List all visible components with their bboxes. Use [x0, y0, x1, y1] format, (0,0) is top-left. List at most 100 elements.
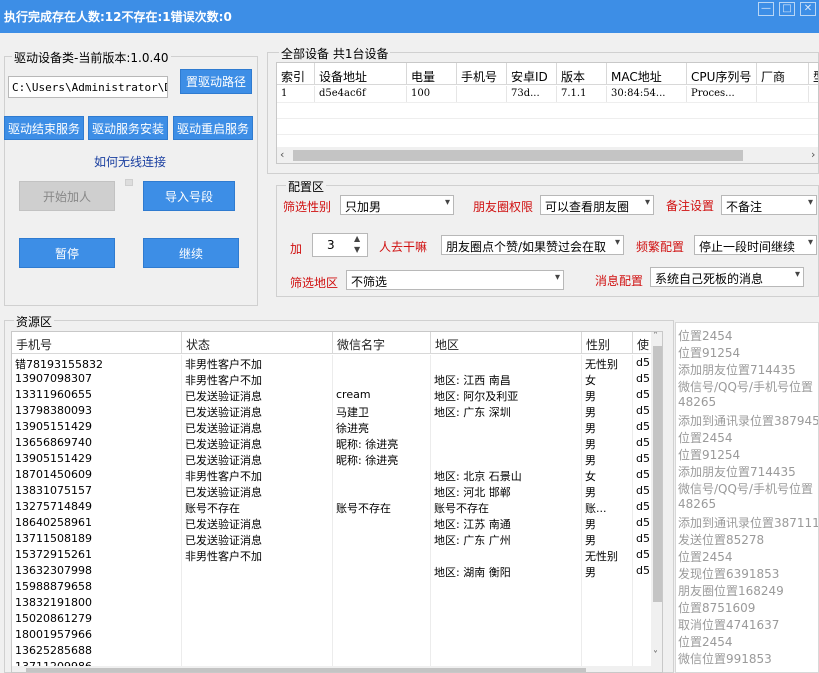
moments-permission-select[interactable]: 可以查看朋友圈 ▾ — [540, 195, 654, 215]
log-line: 发现位置6391853 — [678, 567, 780, 581]
pause-button[interactable]: 暂停 — [19, 238, 115, 268]
device-col-address[interactable]: 设备地址 — [315, 63, 407, 85]
device-col-battery[interactable]: 电量 — [407, 63, 457, 85]
chevron-down-icon: ▾ — [554, 272, 560, 283]
add-count-stepper[interactable]: 3 ▲ ▼ — [312, 233, 368, 257]
table-row[interactable]: 15372915261 非男性客户不加 无性别 d5 — [12, 547, 662, 563]
set-driver-path-button[interactable]: 置驱动路径 — [180, 69, 252, 94]
table-cell: 地区: 河北 邯郸 — [431, 483, 582, 499]
wireless-connect-link[interactable]: 如何无线连接 — [94, 153, 166, 170]
install-service-button[interactable]: 驱动服务安装 — [88, 116, 168, 140]
device-col-version[interactable]: 版本 — [557, 63, 607, 85]
table-row[interactable]: 13798380093 已发送验证消息 马建卫 地区: 广东 深圳男 d5 — [12, 403, 662, 419]
table-cell — [431, 547, 582, 563]
log-line: 位置8751609 — [678, 601, 756, 615]
table-row[interactable]: 13907098307 非男性客户不加 地区: 江西 南昌女 d5 — [12, 371, 662, 387]
table-cell — [431, 355, 582, 371]
table-row[interactable]: 13632307998 地区: 湖南 衡阳男 d5 — [12, 563, 662, 579]
device-table[interactable]: 索引 设备地址 电量 手机号 安卓ID 版本 MAC地址 CPU序列号 厂商 型… — [276, 62, 819, 164]
table-row[interactable]: 13275714849 账号不存在 账号不存在 账号不存在 账... d5 — [12, 499, 662, 515]
table-cell: 徐进亮 — [333, 419, 431, 435]
table-cell: 男 — [582, 483, 633, 499]
continue-button[interactable]: 继续 — [143, 238, 239, 268]
table-cell: 非男性客户不加 — [182, 467, 333, 483]
table-row[interactable]: 13832191800 — [12, 595, 662, 611]
scroll-right-icon[interactable]: › — [811, 148, 815, 161]
table-row[interactable]: 13905151429 已发送验证消息 昵称: 徐进亮 男 d5 — [12, 451, 662, 467]
table-row[interactable]: 13656869740 已发送验证消息 昵称: 徐进亮 男 d5 — [12, 435, 662, 451]
resource-col-used[interactable]: 使 — [633, 332, 653, 354]
table-row[interactable]: 18701450609 非男性客户不加 地区: 北京 石景山女 d5 — [12, 467, 662, 483]
minimize-icon[interactable]: — — [758, 2, 774, 16]
resource-hscrollbar[interactable] — [12, 666, 651, 672]
table-cell — [333, 579, 431, 595]
table-cell — [333, 531, 431, 547]
device-col-vendor[interactable]: 厂商 — [757, 63, 809, 85]
table-row[interactable]: 13831075157 已发送验证消息 地区: 河北 邯郸男 d5 — [12, 483, 662, 499]
device-col-mac[interactable]: MAC地址 — [607, 63, 687, 85]
resource-table[interactable]: 手机号 状态 微信名字 地区 性别 使 错78193155832 非男性客户不加无… — [11, 331, 663, 673]
increment-icon[interactable]: ▲ — [354, 234, 360, 243]
end-service-button[interactable]: 驱动结束服务 — [4, 116, 84, 140]
device-col-cpu[interactable]: CPU序列号 — [687, 63, 757, 85]
person-action-select[interactable]: 朋友圈点个赞/如果赞过会在取 ▾ — [441, 235, 624, 255]
chevron-down-icon: ▾ — [444, 197, 450, 208]
table-cell: 无性别 — [582, 547, 633, 563]
maximize-icon[interactable]: □ — [779, 2, 795, 16]
filter-region-select[interactable]: 不筛选 ▾ — [346, 270, 564, 290]
import-numbers-button[interactable]: 导入号段 — [143, 181, 235, 211]
add-count-value: 3 — [327, 238, 335, 252]
table-row[interactable]: 13905151429 已发送验证消息 徐进亮 男 d5 — [12, 419, 662, 435]
log-line: 发送位置85278 — [678, 533, 765, 547]
table-cell: 账号不存在 — [431, 499, 582, 515]
start-add-button[interactable]: 开始加人 — [19, 181, 115, 211]
table-row[interactable]: 错78193155832 非男性客户不加 无性别 d5 — [12, 355, 662, 371]
scroll-down-icon[interactable]: ˅ — [653, 650, 658, 661]
table-row[interactable]: 13311960655 已发送验证消息 cream 地区: 阿尔及利亚男 d5 — [12, 387, 662, 403]
remark-setting-select[interactable]: 不备注 ▾ — [721, 195, 817, 215]
table-cell: 错78193155832 — [12, 355, 182, 371]
device-hscrollbar[interactable]: ‹ › — [277, 147, 818, 163]
title-bar: 执行完成存在人数:12不存在:1错误次数:0 — □ ✕ — [0, 0, 819, 33]
table-row[interactable]: 15020861279 — [12, 611, 662, 627]
table-cell: d5 — [633, 371, 653, 387]
table-cell: 男 — [582, 531, 633, 547]
resource-col-phone[interactable]: 手机号 — [12, 332, 182, 354]
table-row[interactable]: 13711508189 已发送验证消息 地区: 广东 广州男 d5 — [12, 531, 662, 547]
table-cell: 已发送验证消息 — [182, 483, 333, 499]
log-line: 添加到通讯录位置3871113 — [678, 516, 819, 530]
driver-path-input[interactable]: C:\Users\Administrator\Desktop — [8, 76, 168, 98]
table-row[interactable]: 13625285688 — [12, 643, 662, 659]
table-cell — [633, 643, 653, 659]
scroll-thumb[interactable] — [26, 668, 586, 672]
close-icon[interactable]: ✕ — [800, 2, 816, 16]
resource-col-wechat-name[interactable]: 微信名字 — [333, 332, 431, 354]
table-cell — [182, 563, 333, 579]
filter-gender-select[interactable]: 只加男 ▾ — [340, 195, 454, 215]
table-cell: 13832191800 — [12, 595, 182, 611]
log-line: 48265 — [678, 497, 717, 511]
chevron-down-icon: ▾ — [644, 197, 650, 208]
device-row[interactable]: 1 d5e4ac6f 100 73d... 7.1.1 30:84:54... … — [277, 86, 818, 102]
resource-col-region[interactable]: 地区 — [431, 332, 582, 354]
device-col-phone[interactable]: 手机号 — [457, 63, 507, 85]
table-row[interactable]: 15988879658 — [12, 579, 662, 595]
table-row[interactable]: 18640258961 已发送验证消息 地区: 江苏 南通男 d5 — [12, 515, 662, 531]
restart-service-button[interactable]: 驱动重启服务 — [173, 116, 253, 140]
log-panel[interactable]: 位置2454 位置91254 添加朋友位置714435 微信号/QQ号/手机号位置 48… — [675, 322, 819, 673]
resource-col-status[interactable]: 状态 — [182, 332, 333, 354]
device-col-index[interactable]: 索引 — [277, 63, 315, 85]
device-col-model[interactable]: 型 — [809, 63, 818, 85]
message-config-select[interactable]: 系统自己死板的消息 ▾ — [650, 267, 804, 287]
frequency-config-select[interactable]: 停止一段时间继续 ▾ — [694, 235, 817, 255]
resource-vscrollbar[interactable]: ˄ ˅ — [651, 332, 662, 672]
scroll-up-icon[interactable]: ˄ — [653, 332, 658, 342]
decrement-icon[interactable]: ▼ — [354, 245, 360, 254]
scroll-thumb[interactable] — [293, 150, 743, 161]
resource-col-gender[interactable]: 性别 — [582, 332, 633, 354]
device-col-android-id[interactable]: 安卓ID — [507, 63, 557, 85]
scroll-thumb[interactable] — [653, 346, 662, 602]
scroll-left-icon[interactable]: ‹ — [280, 148, 284, 161]
log-line: 微信号/QQ号/手机号位置 — [678, 482, 813, 496]
table-row[interactable]: 18001957966 — [12, 627, 662, 643]
